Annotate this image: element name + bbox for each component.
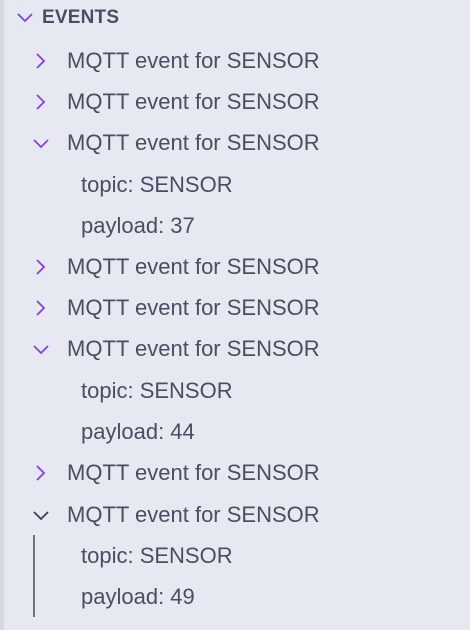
chevron-down-icon [17, 13, 33, 23]
tree-item-event[interactable]: MQTT event for SENSOR [4, 40, 470, 81]
tree-item-event[interactable]: MQTT event for SENSOR [4, 452, 470, 493]
tree-item-label: MQTT event for SENSOR [67, 502, 320, 527]
tree-item-label: MQTT event for SENSOR [67, 460, 320, 485]
tree-child-item[interactable]: topic: SENSOR [4, 164, 470, 205]
tree-child-item[interactable]: payload: 37 [4, 205, 470, 246]
event-payload: payload: 49 [81, 584, 195, 609]
chevron-right-icon[interactable] [32, 299, 50, 317]
event-topic: topic: SENSOR [81, 378, 233, 403]
chevron-right-icon[interactable] [32, 258, 50, 276]
tree-item-label: MQTT event for SENSOR [67, 336, 320, 361]
tree-item-label: MQTT event for SENSOR [67, 48, 320, 73]
tree-item-event[interactable]: MQTT event for SENSOR [4, 122, 470, 163]
events-section-header[interactable]: EVENTS [4, 0, 470, 36]
chevron-right-icon[interactable] [32, 52, 50, 70]
tree-item-label: MQTT event for SENSOR [67, 254, 320, 279]
tree-item-label: MQTT event for SENSOR [67, 89, 320, 114]
tree-item-event[interactable]: MQTT event for SENSOR [4, 494, 470, 535]
tree-child-item[interactable]: payload: 49 [4, 576, 470, 617]
event-payload: payload: 37 [81, 213, 195, 238]
event-payload: payload: 44 [81, 419, 195, 444]
chevron-right-icon[interactable] [32, 464, 50, 482]
tree-child-item[interactable]: topic: SENSOR [4, 370, 470, 411]
chevron-right-icon[interactable] [32, 93, 50, 111]
tree-item-event[interactable]: MQTT event for SENSOR [4, 246, 470, 287]
tree-child-item[interactable]: topic: SENSOR [4, 535, 470, 576]
event-topic: topic: SENSOR [81, 543, 233, 568]
section-title: EVENTS [42, 7, 120, 28]
tree-child-item[interactable]: payload: 44 [4, 411, 470, 452]
chevron-down-icon[interactable] [32, 340, 50, 358]
events-panel: EVENTS MQTT event for SENSOR MQTT event … [4, 0, 470, 630]
chevron-down-icon[interactable] [32, 134, 50, 152]
tree-item-event[interactable]: MQTT event for SENSOR [4, 328, 470, 369]
tree-item-event[interactable]: MQTT event for SENSOR [4, 287, 470, 328]
event-topic: topic: SENSOR [81, 172, 233, 197]
tree-item-label: MQTT event for SENSOR [67, 130, 320, 155]
tree-item-event[interactable]: MQTT event for SENSOR [4, 81, 470, 122]
tree-item-label: MQTT event for SENSOR [67, 295, 320, 320]
chevron-down-icon[interactable] [32, 506, 50, 524]
